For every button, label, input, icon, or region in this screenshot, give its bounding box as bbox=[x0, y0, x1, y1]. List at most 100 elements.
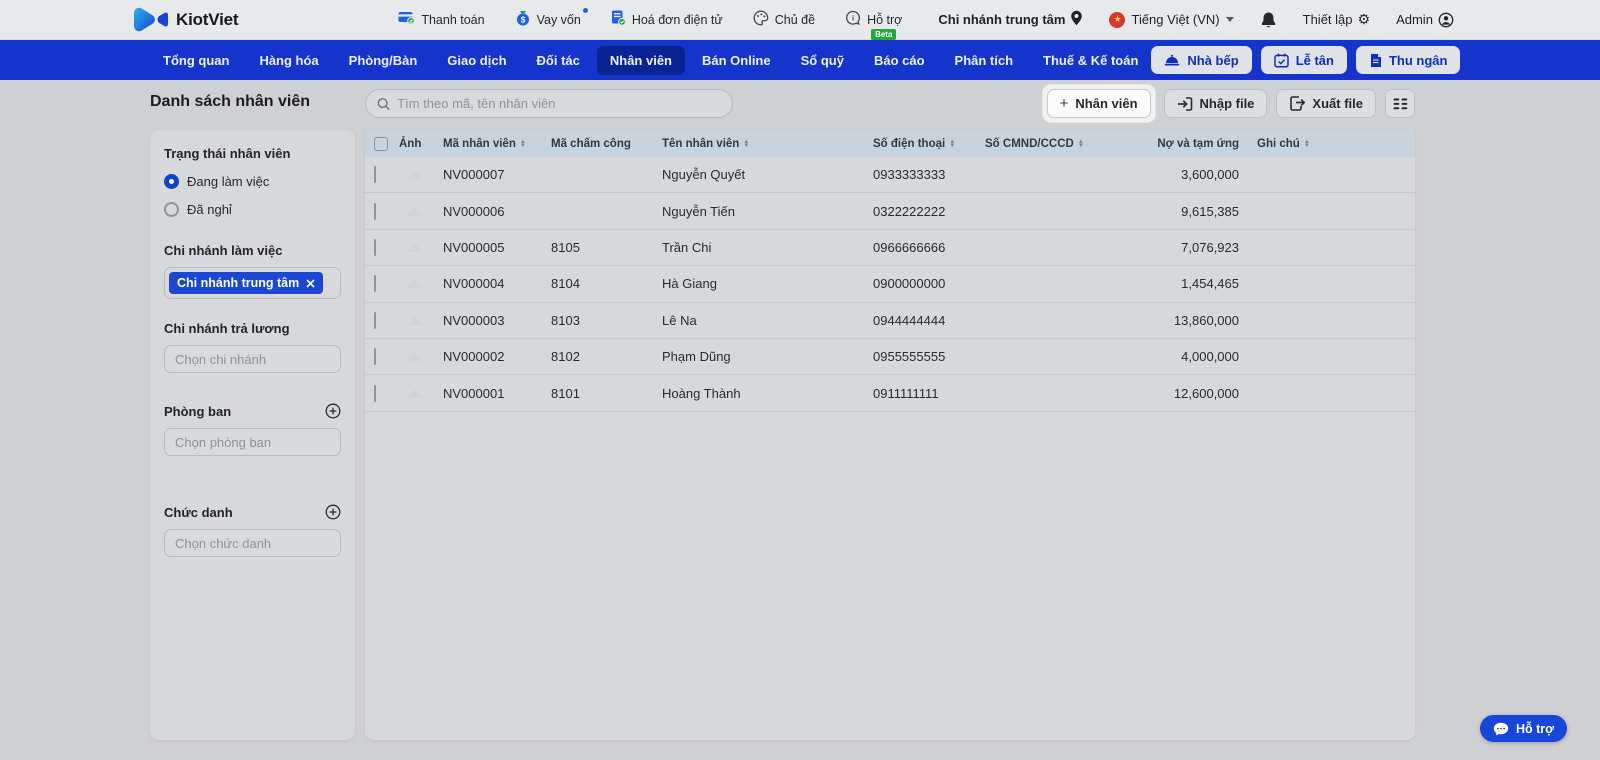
help-label: Hỗ trợ bbox=[867, 12, 903, 27]
employee-code: NV000005 bbox=[443, 239, 505, 255]
department-select[interactable] bbox=[164, 428, 341, 456]
select-all-checkbox[interactable] bbox=[374, 136, 388, 151]
employee-phone: 0322222222 bbox=[873, 203, 946, 219]
work-branch-title: Chi nhánh làm việc bbox=[164, 243, 283, 258]
pay-branch-input[interactable] bbox=[175, 351, 330, 367]
invoice-icon bbox=[611, 10, 626, 29]
import-file-button[interactable]: Nhập file bbox=[1163, 89, 1268, 118]
col-cmnd[interactable]: Số CMND/CCCD bbox=[985, 138, 1155, 150]
sort-icon[interactable] bbox=[949, 140, 955, 148]
kitchen-button[interactable]: Nhà bếp bbox=[1151, 46, 1252, 74]
table-row[interactable]: NV000005 8105 Trần Chi 0966666666 7,076,… bbox=[365, 230, 1415, 267]
employee-search[interactable] bbox=[365, 89, 733, 118]
support-chat-icon bbox=[1493, 722, 1509, 735]
import-file-label: Nhập file bbox=[1199, 96, 1255, 111]
nav-nhan-vien[interactable]: Nhân viên bbox=[596, 45, 685, 75]
col-code[interactable]: Mã nhân viên bbox=[443, 138, 551, 150]
add-department-icon[interactable] bbox=[325, 403, 341, 419]
nav-so-quy[interactable]: Sổ quỹ bbox=[788, 46, 857, 75]
pay-branch-title: Chi nhánh trả lương bbox=[164, 321, 290, 336]
row-checkbox[interactable] bbox=[374, 348, 376, 366]
palette-icon bbox=[753, 10, 769, 29]
kitchen-label: Nhà bếp bbox=[1187, 52, 1239, 68]
row-checkbox[interactable] bbox=[374, 202, 376, 220]
status-option-working[interactable]: Đang làm việc bbox=[164, 174, 341, 189]
table-row[interactable]: NV000002 8102 Phạm Dũng 0955555555 4,000… bbox=[365, 339, 1415, 376]
table-row[interactable]: NV000001 8101 Hoàng Thành 0911111111 12,… bbox=[365, 375, 1415, 412]
nav-hang-hoa[interactable]: Hàng hóa bbox=[246, 46, 331, 75]
header-actions: + Nhân viên Nhập file Xuất file bbox=[1042, 85, 1415, 122]
nav-tong-quan[interactable]: Tổng quan bbox=[150, 46, 242, 75]
col-note[interactable]: Ghi chú bbox=[1245, 138, 1415, 150]
user-menu[interactable]: Admin bbox=[1396, 12, 1454, 28]
sort-icon[interactable] bbox=[743, 140, 749, 148]
nav-doi-tac[interactable]: Đối tác bbox=[524, 46, 593, 75]
nav-phan-tich[interactable]: Phân tích bbox=[942, 46, 1027, 75]
theme-link[interactable]: Chủ đề bbox=[753, 10, 815, 29]
row-checkbox[interactable] bbox=[374, 238, 376, 256]
language-selector[interactable]: ★ Tiếng Việt (VN) bbox=[1109, 11, 1234, 28]
filter-sidebar: Trạng thái nhân viên Đang làm việc Đã ng… bbox=[150, 130, 355, 740]
position-input[interactable] bbox=[175, 535, 330, 551]
e-invoice-link[interactable]: Hoá đơn điện tử bbox=[611, 10, 723, 29]
department-title: Phòng ban bbox=[164, 403, 232, 419]
employee-debt: 1,454,465 bbox=[1181, 276, 1239, 292]
status-option-resigned[interactable]: Đã nghỉ bbox=[164, 202, 341, 217]
export-file-button[interactable]: Xuất file bbox=[1276, 89, 1376, 118]
col-name[interactable]: Tên nhân viên bbox=[662, 138, 873, 150]
sort-icon[interactable] bbox=[520, 140, 526, 148]
timekeeping-code: 8105 bbox=[551, 239, 580, 255]
work-branch-select[interactable]: Chi nhánh trung tâm bbox=[164, 267, 341, 299]
notifications-bell[interactable] bbox=[1260, 11, 1277, 29]
status-filter-title: Trạng thái nhân viên bbox=[164, 146, 291, 161]
svg-text:$: $ bbox=[520, 15, 525, 24]
employee-code: NV000001 bbox=[443, 385, 505, 401]
cashier-receipt-icon bbox=[1370, 53, 1381, 67]
row-checkbox[interactable] bbox=[374, 384, 376, 402]
nav-phong-ban[interactable]: Phòng/Bàn bbox=[336, 46, 431, 75]
position-title: Chức danh bbox=[164, 504, 233, 520]
current-branch[interactable]: Chi nhánh trung tâm bbox=[938, 10, 1083, 29]
settings-link[interactable]: Thiết lập ⚙ bbox=[1303, 12, 1370, 28]
app-window: KiotViet đ Thanh toán $ Vay vốn Hoá đơn … bbox=[0, 0, 1600, 760]
add-position-icon[interactable] bbox=[325, 504, 341, 520]
employee-debt: 7,076,923 bbox=[1181, 239, 1239, 255]
kiotviet-logo[interactable]: KiotViet bbox=[133, 7, 239, 32]
sort-icon[interactable] bbox=[1078, 140, 1084, 148]
table-row[interactable]: NV000003 8103 Lê Na 0944444444 13,860,00… bbox=[365, 303, 1415, 339]
nav-bao-cao[interactable]: Báo cáo bbox=[861, 46, 938, 75]
sort-icon[interactable] bbox=[1304, 140, 1310, 148]
employee-name: Hà Giang bbox=[662, 276, 717, 292]
employee-debt: 12,600,000 bbox=[1173, 385, 1239, 401]
reception-label: Lễ tân bbox=[1295, 52, 1334, 68]
nav-giao-dich[interactable]: Giao dịch bbox=[434, 46, 519, 75]
col-phone[interactable]: Số điện thoại bbox=[873, 138, 985, 150]
support-float-button[interactable]: Hỗ trợ bbox=[1479, 715, 1567, 742]
row-checkbox[interactable] bbox=[374, 311, 376, 329]
timekeeping-code: 8104 bbox=[551, 276, 580, 292]
column-settings-button[interactable] bbox=[1385, 89, 1415, 118]
department-input[interactable] bbox=[175, 434, 330, 450]
row-checkbox[interactable] bbox=[374, 275, 376, 293]
search-input[interactable] bbox=[397, 96, 721, 111]
top-links: đ Thanh toán $ Vay vốn Hoá đơn điện tử C… bbox=[398, 8, 903, 40]
pay-branch-select[interactable] bbox=[164, 345, 341, 373]
position-select[interactable] bbox=[164, 529, 341, 557]
nav-thue-ke-toan[interactable]: Thuế & Kế toán bbox=[1030, 46, 1151, 75]
loan-link[interactable]: $ Vay vốn bbox=[515, 8, 588, 29]
row-checkbox[interactable] bbox=[374, 166, 376, 184]
table-row[interactable]: NV000006 Nguyễn Tiến 0322222222 9,615,38… bbox=[365, 193, 1415, 230]
add-employee-button[interactable]: + Nhân viên bbox=[1046, 89, 1151, 118]
remove-chip-icon[interactable] bbox=[306, 278, 315, 288]
table-header: Ảnh Mã nhân viên Mã chấm công Tên nhân v… bbox=[365, 130, 1415, 157]
loan-label: Vay vốn bbox=[536, 12, 581, 27]
nav-ban-online[interactable]: Bán Online bbox=[689, 46, 784, 75]
cashier-button[interactable]: Thu ngân bbox=[1355, 46, 1461, 74]
radio-selected-icon bbox=[164, 174, 179, 189]
employee-phone: 0944444444 bbox=[873, 312, 946, 328]
table-row[interactable]: NV000004 8104 Hà Giang 0900000000 1,454,… bbox=[365, 266, 1415, 303]
table-row[interactable]: NV000007 Nguyễn Quyết 0933333333 3,600,0… bbox=[365, 157, 1415, 194]
reception-button[interactable]: Lễ tân bbox=[1260, 46, 1347, 74]
help-link[interactable]: i Hỗ trợ Beta bbox=[845, 10, 903, 40]
payments-link[interactable]: đ Thanh toán bbox=[398, 11, 485, 28]
